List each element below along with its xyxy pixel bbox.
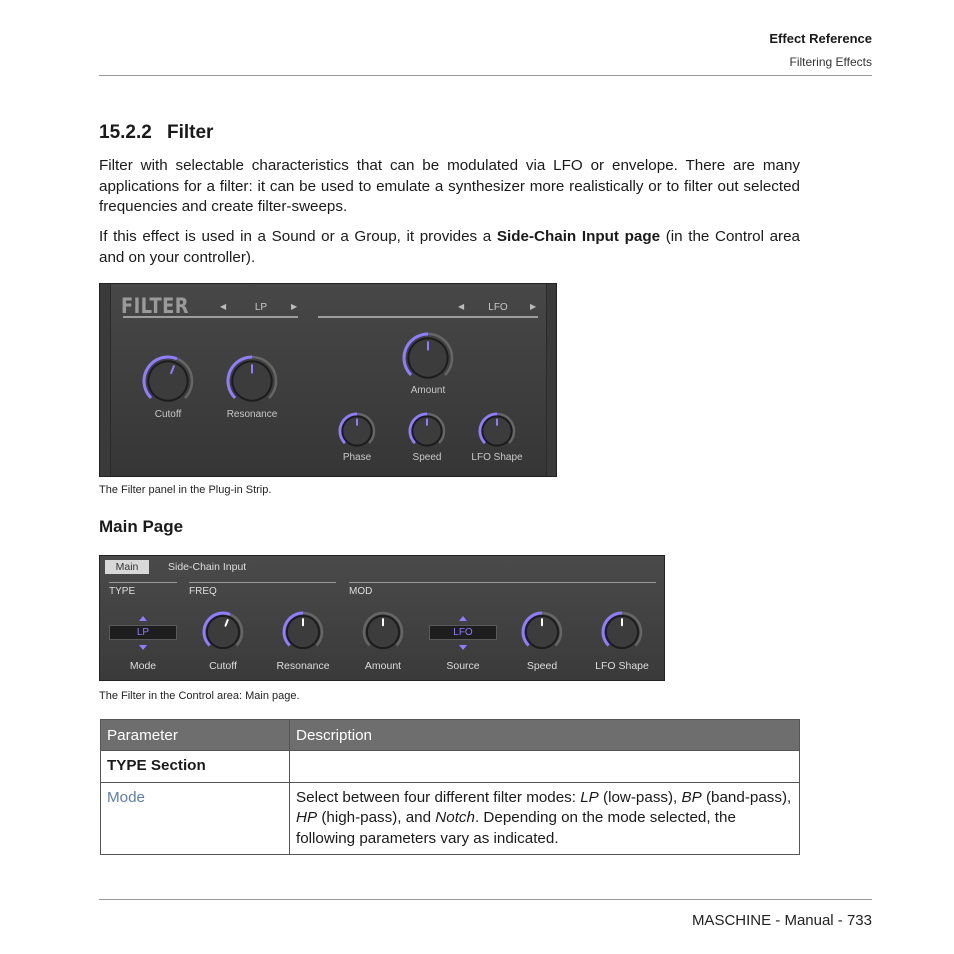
knob-graphic xyxy=(478,412,516,447)
plugin-strip-caption: The Filter panel in the Plug-in Strip. xyxy=(99,484,272,496)
footer-divider xyxy=(99,899,872,900)
intro-paragraph: Filter with selectable characteristics t… xyxy=(99,157,800,215)
mode-down-arrow-icon[interactable] xyxy=(139,645,147,650)
resonance-knob[interactable] xyxy=(282,611,324,653)
term-lp: LP xyxy=(580,788,599,806)
mode-param-link[interactable]: Mode xyxy=(107,789,145,806)
table-row: TYPE Section xyxy=(100,750,800,783)
text: Select between four different filter mod… xyxy=(296,788,581,806)
term-bp: BP xyxy=(681,788,702,806)
empty-cell xyxy=(289,750,800,783)
next-arrow-icon[interactable]: ▶ xyxy=(291,302,297,311)
section-label-freq: FREQ xyxy=(189,586,217,597)
filter-type-selector[interactable]: LP xyxy=(246,302,276,313)
amount-knob[interactable] xyxy=(402,332,454,384)
module-title: FILTER xyxy=(121,294,189,318)
plugin-strip-panel: FILTER ◀ LP ▶ Cutoff Resonance ◀ LFO ▶ A… xyxy=(99,283,557,477)
type-section-label: TYPE Section xyxy=(107,757,206,774)
tab-side-chain-input[interactable]: Side-Chain Input xyxy=(168,560,246,574)
speed-knob[interactable] xyxy=(521,611,563,653)
main-page-heading: Main Page xyxy=(99,517,184,536)
control-area-caption: The Filter in the Control area: Main pag… xyxy=(99,690,300,702)
prev-arrow-icon[interactable]: ◀ xyxy=(458,302,464,311)
lfo-shape-label: LFO Shape xyxy=(471,452,523,463)
source-up-arrow-icon[interactable] xyxy=(459,616,467,621)
cutoff-knob[interactable] xyxy=(142,355,194,407)
text: (low-pass), xyxy=(598,788,682,806)
knob-graphic xyxy=(601,611,643,650)
mode-up-arrow-icon[interactable] xyxy=(139,616,147,621)
cutoff-label: Cutoff xyxy=(154,409,182,420)
mode-param-cell: Mode xyxy=(100,781,290,855)
divider xyxy=(349,582,656,583)
speed-knob[interactable] xyxy=(408,412,446,450)
section-number: 15.2.2 xyxy=(99,122,152,143)
mode-label: Mode xyxy=(129,660,157,672)
knob-graphic xyxy=(408,412,446,447)
term-hp: HP xyxy=(296,809,318,826)
sidechain-term: Side-Chain Input page xyxy=(496,228,661,245)
section-title: Filtering Effects xyxy=(789,55,872,69)
section-label-type: TYPE xyxy=(109,586,136,597)
section-heading-title: Filter xyxy=(167,122,214,143)
amount-knob[interactable] xyxy=(362,611,404,653)
knob-graphic xyxy=(338,412,376,447)
divider xyxy=(123,316,298,318)
section-label-mod: MOD xyxy=(349,586,373,597)
type-section-cell: TYPE Section xyxy=(100,750,290,783)
lfo-shape-knob[interactable] xyxy=(601,611,643,653)
knob-graphic xyxy=(362,611,404,650)
amount-label: Amount xyxy=(410,385,446,396)
page-footer: MASCHINE - Manual - 733 xyxy=(691,912,872,929)
section-heading: 15.2.2 Filter xyxy=(99,122,213,144)
source-down-arrow-icon[interactable] xyxy=(459,645,467,650)
text: (band-pass), xyxy=(701,788,792,806)
lfo-module: ◀ LFO ▶ Amount Phase Speed LFO Shape xyxy=(308,284,547,476)
divider xyxy=(109,582,177,583)
cutoff-knob[interactable] xyxy=(202,611,244,653)
table-row: Mode Select between four different filte… xyxy=(100,781,800,855)
lfo-shape-knob[interactable] xyxy=(478,412,516,450)
amount-label: Amount xyxy=(364,660,402,672)
text: If this effect is used in a Sound or a G… xyxy=(99,228,497,245)
knob-graphic xyxy=(226,355,278,402)
mode-description-cell: Select between four different filter mod… xyxy=(289,781,800,855)
text: (high-pass), and xyxy=(317,809,436,826)
resonance-knob[interactable] xyxy=(226,355,278,407)
term-notch: Notch xyxy=(435,809,475,826)
knob-graphic xyxy=(202,611,244,650)
speed-label: Speed xyxy=(412,452,442,463)
source-selector[interactable]: LFO xyxy=(429,625,497,640)
sidechain-paragraph: If this effect is used in a Sound or a G… xyxy=(99,227,800,268)
next-arrow-icon[interactable]: ▶ xyxy=(530,302,536,311)
lfo-shape-label: LFO Shape xyxy=(595,660,649,672)
mode-selector[interactable]: LP xyxy=(109,625,177,640)
modulation-source-selector[interactable]: LFO xyxy=(483,302,513,313)
knob-graphic xyxy=(142,355,194,402)
phase-knob[interactable] xyxy=(338,412,376,450)
phase-label: Phase xyxy=(342,452,372,463)
filter-module: FILTER ◀ LP ▶ Cutoff Resonance xyxy=(110,284,309,476)
resonance-label: Resonance xyxy=(226,409,278,420)
divider xyxy=(318,316,538,318)
header-divider xyxy=(99,75,872,76)
cutoff-label: Cutoff xyxy=(209,660,237,672)
knob-graphic xyxy=(521,611,563,650)
table-header-row: Parameter Description xyxy=(100,719,800,751)
speed-label: Speed xyxy=(526,660,558,672)
knob-graphic xyxy=(282,611,324,650)
chapter-title: Effect Reference xyxy=(769,31,872,46)
parameter-table: Parameter Description TYPE Section Mode … xyxy=(100,719,800,855)
knob-graphic xyxy=(402,332,454,379)
header-description: Description xyxy=(289,719,800,751)
prev-arrow-icon[interactable]: ◀ xyxy=(220,302,226,311)
header-parameter: Parameter xyxy=(100,719,290,751)
control-area-panel: Main Side-Chain Input TYPE FREQ MOD LP M… xyxy=(99,555,665,681)
tab-main[interactable]: Main xyxy=(105,560,149,574)
divider xyxy=(189,582,336,583)
resonance-label: Resonance xyxy=(276,660,330,672)
source-label: Source xyxy=(446,660,480,672)
